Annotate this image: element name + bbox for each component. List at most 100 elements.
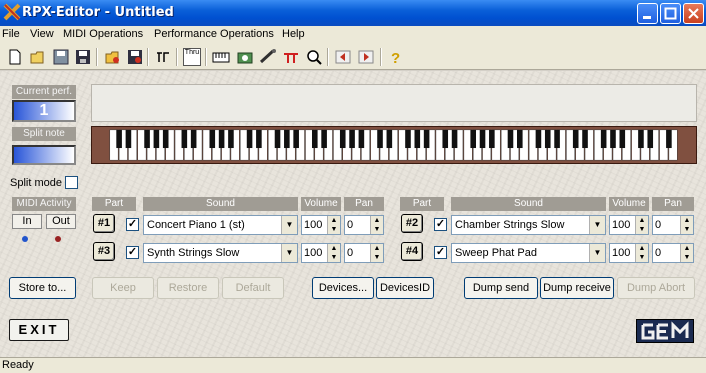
thru-icon[interactable]: Thru: [183, 48, 201, 66]
part-1-checkbox[interactable]: ✓: [126, 218, 139, 231]
part-2-sound-select[interactable]: Chamber Strings Slow ▼: [451, 215, 606, 235]
spin-arrows-icon[interactable]: ▲ ▼: [680, 244, 693, 262]
black-key[interactable]: [218, 129, 225, 149]
menu-view[interactable]: View: [30, 28, 54, 40]
black-key[interactable]: [638, 129, 644, 149]
menu-help[interactable]: Help: [282, 28, 305, 40]
keep-button[interactable]: Keep: [92, 277, 154, 299]
black-key[interactable]: [358, 129, 365, 149]
open-perf-icon[interactable]: [104, 48, 122, 66]
part-4-sound-select[interactable]: Sweep Phat Pad ▼: [451, 243, 606, 263]
black-key[interactable]: [144, 129, 150, 149]
keyboard[interactable]: [91, 126, 697, 164]
exit-button[interactable]: EXIT: [9, 319, 69, 341]
black-key[interactable]: [451, 129, 458, 149]
black-key[interactable]: [209, 129, 216, 149]
spin-arrows-icon[interactable]: ▲ ▼: [327, 216, 340, 234]
current-perf-value[interactable]: 1: [12, 100, 76, 122]
black-key[interactable]: [619, 129, 626, 149]
black-key[interactable]: [246, 129, 253, 149]
split-note-display[interactable]: [12, 145, 76, 165]
chevron-down-icon[interactable]: ▼: [281, 216, 297, 234]
black-key[interactable]: [349, 129, 355, 149]
recorder-icon[interactable]: [236, 48, 254, 66]
black-key[interactable]: [274, 129, 281, 149]
black-key[interactable]: [554, 129, 560, 149]
part-2-button[interactable]: #2: [401, 214, 423, 233]
black-key[interactable]: [442, 129, 449, 149]
part-4-pan[interactable]: 0 ▲ ▼: [652, 243, 694, 263]
dump-send-button[interactable]: Dump send: [464, 277, 538, 299]
black-key[interactable]: [377, 129, 383, 149]
black-key[interactable]: [479, 129, 486, 149]
black-key[interactable]: [321, 129, 327, 149]
black-key[interactable]: [116, 129, 122, 149]
devices-id-button[interactable]: DevicesID: [376, 277, 434, 299]
black-key[interactable]: [647, 129, 654, 149]
black-key[interactable]: [181, 129, 188, 149]
part-3-button[interactable]: #3: [93, 242, 115, 261]
black-key[interactable]: [125, 129, 132, 149]
store-to-button[interactable]: Store to...: [9, 277, 76, 299]
black-key[interactable]: [190, 129, 197, 149]
black-key[interactable]: [507, 129, 514, 149]
help-icon[interactable]: ?: [386, 48, 404, 66]
black-key[interactable]: [600, 129, 607, 149]
black-key[interactable]: [311, 129, 318, 149]
connect-icon[interactable]: [259, 48, 277, 66]
part-1-pan[interactable]: 0 ▲ ▼: [344, 215, 384, 235]
part-1-sound-select[interactable]: Concert Piano 1 (st) ▼: [143, 215, 298, 235]
black-key[interactable]: [582, 129, 588, 149]
next-icon[interactable]: [357, 48, 375, 66]
part-2-volume[interactable]: 100 ▲ ▼: [609, 215, 649, 235]
menu-performance-operations[interactable]: Performance Operations: [154, 28, 274, 40]
black-key[interactable]: [535, 129, 542, 149]
black-key[interactable]: [162, 129, 169, 149]
save-icon[interactable]: [52, 48, 70, 66]
save-perf-icon[interactable]: [126, 48, 144, 66]
black-key[interactable]: [228, 129, 234, 149]
black-key[interactable]: [293, 129, 299, 149]
black-key[interactable]: [386, 129, 393, 149]
new-icon[interactable]: [6, 48, 24, 66]
dump-receive-button[interactable]: Dump receive: [540, 277, 614, 299]
black-key[interactable]: [339, 129, 346, 149]
restore-button[interactable]: Restore: [157, 277, 219, 299]
split-mode-checkbox[interactable]: [65, 176, 78, 189]
part-2-checkbox[interactable]: ✓: [434, 218, 447, 231]
black-key[interactable]: [423, 129, 430, 149]
black-key[interactable]: [405, 129, 411, 149]
black-key[interactable]: [517, 129, 523, 149]
spin-arrows-icon[interactable]: ▲ ▼: [370, 244, 383, 262]
black-key[interactable]: [666, 129, 672, 149]
dump-abort-button[interactable]: Dump Abort: [617, 277, 695, 299]
spin-arrows-icon[interactable]: ▲ ▼: [635, 216, 648, 234]
keyboard-icon[interactable]: [212, 48, 230, 66]
black-key[interactable]: [544, 129, 551, 149]
part-3-checkbox[interactable]: ✓: [126, 246, 139, 259]
black-key[interactable]: [610, 129, 616, 149]
black-key[interactable]: [414, 129, 421, 149]
maximize-button[interactable]: [660, 3, 681, 24]
spin-arrows-icon[interactable]: ▲ ▼: [680, 216, 693, 234]
spin-arrows-icon[interactable]: ▲ ▼: [370, 216, 383, 234]
menu-midi-operations[interactable]: MIDI Operations: [63, 28, 143, 40]
menu-file[interactable]: File: [2, 28, 20, 40]
spin-arrows-icon[interactable]: ▲ ▼: [635, 244, 648, 262]
default-button[interactable]: Default: [222, 277, 284, 299]
part-1-button[interactable]: #1: [93, 214, 115, 233]
search-icon[interactable]: [305, 48, 323, 66]
chevron-down-icon[interactable]: ▼: [589, 244, 605, 262]
black-key[interactable]: [470, 129, 477, 149]
part-2-pan[interactable]: 0 ▲ ▼: [652, 215, 694, 235]
black-key[interactable]: [489, 129, 495, 149]
part-4-checkbox[interactable]: ✓: [434, 246, 447, 259]
black-key[interactable]: [256, 129, 262, 149]
chevron-down-icon[interactable]: ▼: [589, 216, 605, 234]
midi-thru-icon[interactable]: [154, 48, 172, 66]
part-4-button[interactable]: #4: [401, 242, 423, 261]
part-3-volume[interactable]: 100 ▲ ▼: [301, 243, 341, 263]
part-3-pan[interactable]: 0 ▲ ▼: [344, 243, 384, 263]
part-4-volume[interactable]: 100 ▲ ▼: [609, 243, 649, 263]
spin-arrows-icon[interactable]: ▲ ▼: [327, 244, 340, 262]
